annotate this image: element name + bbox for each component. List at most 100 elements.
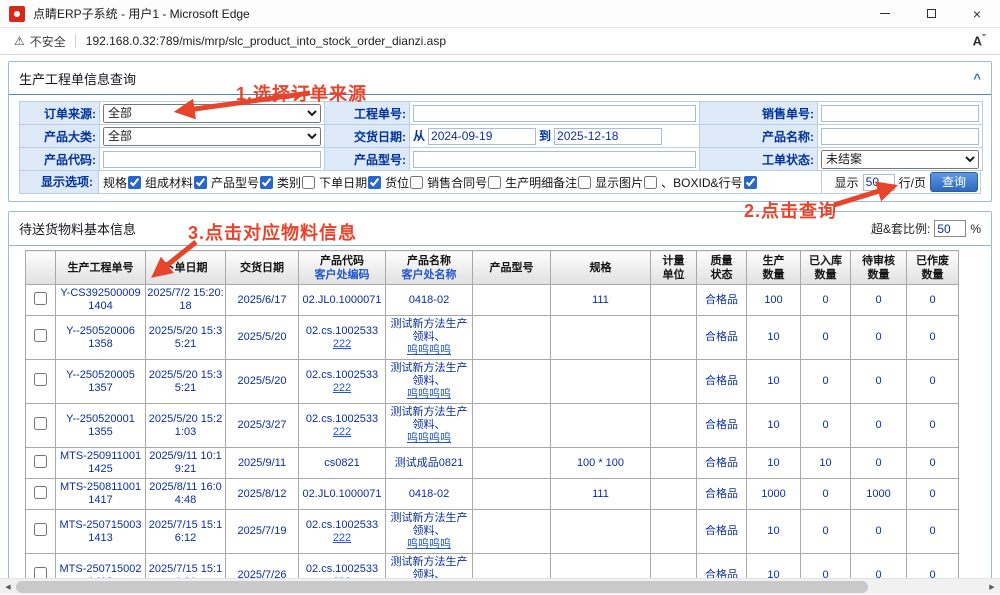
date-to-label: 到 [539,129,551,143]
material-row: MTS-25091100114252025/9/11 10:19:212025/… [26,448,959,479]
work-status-select[interactable]: 未结案 [821,150,979,169]
display-option[interactable]: 组成材料 [145,174,207,191]
cell: 0 [801,360,851,404]
display-option-checkbox[interactable] [578,176,591,189]
work-order-id[interactable]: 1358 [57,338,144,351]
display-option[interactable]: 、BOXID&行号 [661,174,756,191]
display-options-row: 显示选项: 规格组成材料产品型号类别下单日期货位销售合同号生产明细备注显示图片、… [19,170,981,194]
display-option[interactable]: 销售合同号 [427,174,501,191]
display-option[interactable]: 生产明细备注 [505,174,591,191]
work-order-id[interactable]: 1425 [57,463,144,476]
display-option[interactable]: 产品型号 [211,174,273,191]
security-label[interactable]: 不安全 [30,33,66,50]
work-order-input[interactable] [413,105,696,122]
product-code: 02.cs.1002533 [300,369,384,382]
delivery-date-to-input[interactable] [554,128,662,145]
product-model-input[interactable] [413,151,696,168]
order-source-select[interactable]: 全部 [103,104,321,123]
close-button[interactable]: × [954,0,1000,28]
display-option[interactable]: 类别 [277,174,315,191]
row-select-checkbox[interactable] [34,455,47,468]
cell: 2025/5/20 [226,360,299,404]
qty-production: 10 [748,457,799,470]
cell: 0 [907,316,959,360]
cell: 0 [801,316,851,360]
work-order-id[interactable]: 1357 [57,382,144,395]
delivery-date-from-input[interactable] [428,128,536,145]
display-option-checkbox[interactable] [744,176,757,189]
cell: 2025/5/20 15:35:21 [146,316,226,360]
display-option-checkbox[interactable] [488,176,501,189]
scrollbar-thumb[interactable] [16,581,868,593]
work-order-number[interactable]: MTS-250911001 [57,450,144,463]
customer-name-link[interactable]: 呜呜呜呜 [387,538,471,551]
read-aloud-icon[interactable]: A [973,33,986,48]
work-order-number[interactable]: Y-CS392500009 [57,287,144,300]
cell: 测试新方法生产领料、呜呜呜呜 [386,360,473,404]
column-header: 产品代码客户处编码 [299,251,386,285]
customer-name-link[interactable]: 呜呜呜呜 [387,344,471,357]
work-order-id[interactable]: 1417 [57,494,144,507]
work-order-number[interactable]: MTS-250715003 [57,519,144,532]
customer-code-link[interactable]: 222 [300,338,384,351]
scroll-left-button[interactable]: ◀ [0,579,16,595]
work-order-number[interactable]: Y--250520005 [57,369,144,382]
display-option-checkbox[interactable] [368,176,381,189]
work-order-number[interactable]: MTS-250715002 [57,563,144,576]
display-option-label: 显示图片 [595,174,643,191]
display-option-checkbox[interactable] [194,176,207,189]
display-option[interactable]: 下单日期 [319,174,381,191]
customer-code-link[interactable]: 222 [300,382,384,395]
sales-order-input[interactable] [821,105,979,122]
cell: 0 [907,448,959,479]
cell: 10 [747,404,801,448]
materials-body: Y-CS39250000914042025/7/2 15:20:182025/6… [26,285,959,595]
display-option-checkbox[interactable] [302,176,315,189]
customer-code-link[interactable]: 222 [300,426,384,439]
query-button[interactable]: 查询 [930,172,978,192]
customer-code-link[interactable]: 222 [300,532,384,545]
work-order-id[interactable]: 1355 [57,426,144,439]
select-all-header [26,251,56,285]
display-option[interactable]: 规格 [103,174,141,191]
cell: 合格品 [697,448,747,479]
work-order-id[interactable]: 1413 [57,532,144,545]
display-option-checkbox[interactable] [644,176,657,189]
product-code-input[interactable] [103,151,321,168]
row-select-checkbox[interactable] [34,486,47,499]
row-select-checkbox[interactable] [34,373,47,386]
quality-status: 合格品 [698,294,745,307]
display-option-checkbox[interactable] [260,176,273,189]
quality-status: 合格品 [698,419,745,432]
row-select-checkbox[interactable] [34,329,47,342]
url-text[interactable]: 192.168.0.32:789/mis/mrp/slc_product_int… [86,34,446,48]
row-select-checkbox[interactable] [34,417,47,430]
work-order-number[interactable]: MTS-250811001 [57,481,144,494]
product-name-input[interactable] [821,128,979,145]
cell: 合格品 [697,316,747,360]
cell: MTS-2507150031413 [56,510,146,554]
work-order-id[interactable]: 1404 [57,300,144,313]
customer-name-link[interactable]: 呜呜呜呜 [387,388,471,401]
scroll-right-button[interactable]: ▶ [984,579,1000,595]
row-select-checkbox[interactable] [34,292,47,305]
row-select-checkbox[interactable] [34,523,47,536]
work-order-number[interactable]: Y--250520006 [57,325,144,338]
cell: 2025/7/2 15:20:18 [146,285,226,316]
spec: 100 * 100 [552,457,649,470]
cell: 0 [801,285,851,316]
qty-in-stock: 0 [802,331,849,344]
cell [26,316,56,360]
customer-name-link[interactable]: 呜呜呜呜 [387,432,471,445]
product-category-select[interactable]: 全部 [103,127,321,146]
work-order-number[interactable]: Y--250520001 [57,413,144,426]
display-option-checkbox[interactable] [410,176,423,189]
maximize-button[interactable] [908,0,954,28]
display-option-checkbox[interactable] [128,176,141,189]
page-size-input[interactable] [863,174,895,191]
ratio-input[interactable] [934,220,966,237]
minimize-button[interactable] [862,0,908,28]
display-option[interactable]: 显示图片 [595,174,657,191]
collapse-panel-icon[interactable]: ^ [973,71,981,86]
display-option[interactable]: 货位 [385,174,423,191]
